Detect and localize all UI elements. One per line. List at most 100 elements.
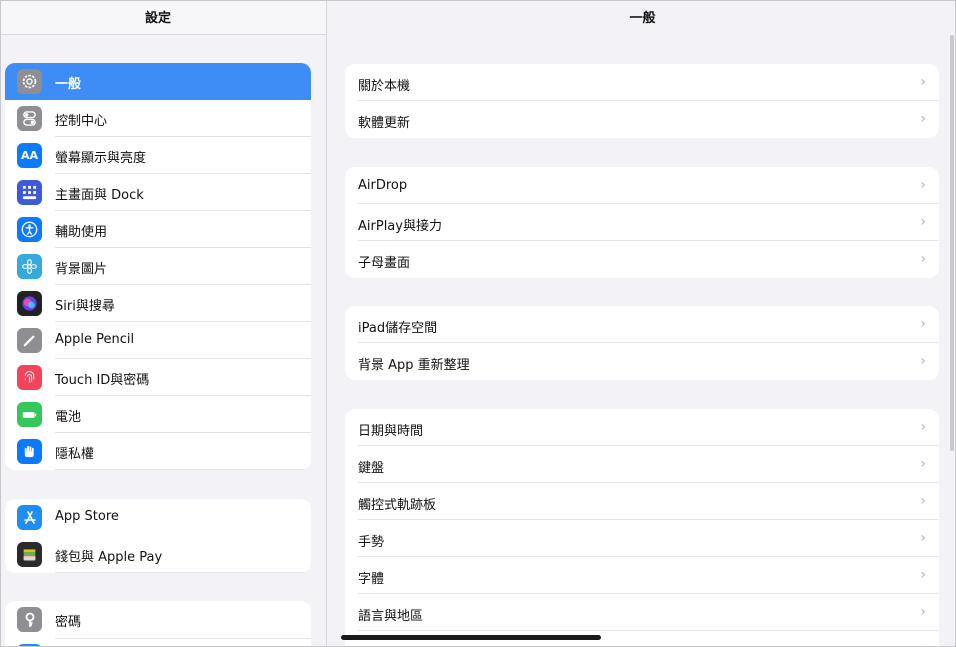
sidebar-item-label: 螢幕顯示與亮度 — [55, 151, 147, 166]
divider — [55, 469, 311, 470]
chevron-right-icon: › — [920, 641, 926, 646]
sidebar-item-label: 背景圖片 — [55, 262, 108, 277]
row-label: 手勢 — [358, 535, 385, 550]
settings-row-date-time[interactable]: 日期與時間 › — [345, 409, 939, 446]
settings-row-fonts[interactable]: 字體 › — [345, 557, 939, 594]
chevron-right-icon: › — [920, 493, 926, 509]
settings-window: 設定 一般 控制中心 AA 螢幕顯示與亮度 主畫面與 Dock 輔助使用 背景圖… — [0, 0, 956, 647]
row-label: 關於本機 — [358, 79, 411, 94]
chevron-right-icon: › — [920, 251, 926, 267]
settings-row-airdrop[interactable]: AirDrop › — [345, 167, 939, 204]
settings-row-airplay-handoff[interactable]: AirPlay與接力 › — [345, 204, 939, 241]
settings-row-trackpad[interactable]: 觸控式軌跡板 › — [345, 483, 939, 520]
chevron-right-icon: › — [920, 419, 926, 435]
row-label: 背景 App 重新整理 — [358, 358, 470, 373]
settings-row-language-region[interactable]: 語言與地區 › — [345, 594, 939, 631]
sidebar-item-accessibility[interactable]: 輔助使用 — [5, 211, 311, 248]
chevron-right-icon: › — [920, 353, 926, 369]
sidebar-item-label: 密碼 — [55, 615, 82, 630]
row-label: 日期與時間 — [358, 424, 424, 439]
settings-row-about[interactable]: 關於本機 › — [345, 64, 939, 101]
sidebar-item-label: 電池 — [55, 410, 82, 425]
row-label: 鍵盤 — [358, 461, 385, 476]
settings-group-datetime: 日期與時間 › 鍵盤 › 觸控式軌跡板 › 手勢 › 字體 › 語言與地區 › — [345, 409, 939, 646]
row-label: 觸控式軌跡板 — [358, 498, 437, 513]
sidebar-item-wallet-apple-pay[interactable]: 錢包與 Apple Pay — [5, 536, 311, 573]
chevron-right-icon: › — [920, 177, 926, 193]
divider — [55, 572, 311, 573]
sidebar-item-control-center[interactable]: 控制中心 — [5, 100, 311, 137]
sidebar-item-label: Siri與搜尋 — [55, 299, 115, 314]
sidebar-item-battery[interactable]: 電池 — [5, 396, 311, 433]
chevron-right-icon: › — [920, 214, 926, 230]
sidebar-item-wallpaper[interactable]: 背景圖片 — [5, 248, 311, 285]
flower-icon — [17, 254, 42, 279]
detail-pane: 一般 關於本機 › 軟體更新 › AirDrop › AirPlay與接力 › … — [328, 1, 955, 646]
row-label: 軟體更新 — [358, 116, 411, 131]
home-indicator — [341, 635, 601, 640]
chevron-right-icon: › — [920, 111, 926, 127]
settings-row-background-app-refresh[interactable]: 背景 App 重新整理 › — [345, 343, 939, 380]
gear-icon — [17, 69, 42, 94]
settings-row-keyboard[interactable]: 鍵盤 › — [345, 446, 939, 483]
grid-icon — [17, 180, 42, 205]
chevron-right-icon: › — [920, 316, 926, 332]
sidebar-item-home-screen-dock[interactable]: 主畫面與 Dock — [5, 174, 311, 211]
sidebar-item-display-brightness[interactable]: AA 螢幕顯示與亮度 — [5, 137, 311, 174]
settings-row-gestures[interactable]: 手勢 › — [345, 520, 939, 557]
row-label: 字體 — [358, 572, 385, 587]
sidebar-item-app-store[interactable]: App Store — [5, 499, 311, 536]
settings-group-airdrop: AirDrop › AirPlay與接力 › 子母畫面 › — [345, 167, 939, 278]
wallet-icon — [17, 542, 42, 567]
sidebar: 設定 一般 控制中心 AA 螢幕顯示與亮度 主畫面與 Dock 輔助使用 背景圖… — [1, 1, 327, 646]
row-label: 子母畫面 — [358, 256, 411, 271]
sidebar-item-label: Apple Pencil — [55, 332, 135, 347]
hand-icon — [17, 439, 42, 464]
chevron-right-icon: › — [920, 604, 926, 620]
sidebar-item-passwords[interactable]: 密碼 — [5, 601, 311, 638]
sidebar-item-label: 主畫面與 Dock — [55, 188, 144, 203]
chevron-right-icon: › — [920, 567, 926, 583]
sidebar-item-siri-search[interactable]: Siri與搜尋 — [5, 285, 311, 322]
battery-icon — [17, 402, 42, 427]
divider — [55, 638, 311, 639]
sidebar-item-general[interactable]: 一般 — [5, 63, 311, 100]
settings-row-software-update[interactable]: 軟體更新 › — [345, 101, 939, 138]
sidebar-item-label: 隱私權 — [55, 447, 95, 462]
row-label: AirDrop — [358, 178, 408, 193]
sidebar-header: 設定 — [1, 1, 326, 35]
accessibility-icon — [17, 217, 42, 242]
row-label: iPad儲存空間 — [358, 321, 438, 336]
settings-row-picture-in-picture[interactable]: 子母畫面 › — [345, 241, 939, 278]
sidebar-group-passwords: 密碼 — [5, 601, 311, 646]
sidebar-item-label: 錢包與 Apple Pay — [55, 550, 163, 565]
sidebar-title: 設定 — [144, 11, 171, 26]
sidebar-item-label: 一般 — [55, 77, 82, 92]
settings-group-storage: iPad儲存空間 › 背景 App 重新整理 › — [345, 306, 939, 380]
siri-icon — [17, 291, 42, 316]
row-label: 辭典 — [358, 642, 384, 646]
sidebar-item-label: App Store — [55, 509, 119, 524]
sidebar-item-next[interactable] — [5, 638, 311, 646]
sidebar-item-label: 控制中心 — [55, 114, 108, 129]
page-title: 一般 — [629, 11, 656, 26]
sidebar-item-label: 輔助使用 — [55, 225, 108, 240]
row-label: AirPlay與接力 — [358, 219, 442, 234]
app-store-icon — [17, 505, 42, 530]
row-label: 語言與地區 — [358, 609, 424, 624]
chevron-right-icon: › — [920, 74, 926, 90]
fingerprint-icon — [17, 365, 42, 390]
text-size-icon: AA — [17, 143, 42, 168]
sidebar-group-main: 一般 控制中心 AA 螢幕顯示與亮度 主畫面與 Dock 輔助使用 背景圖片 S… — [5, 63, 311, 470]
sidebar-item-label: Touch ID與密碼 — [55, 373, 150, 388]
sidebar-item-apple-pencil[interactable]: Apple Pencil — [5, 322, 311, 359]
key-icon — [17, 607, 42, 632]
settings-row-ipad-storage[interactable]: iPad儲存空間 › — [345, 306, 939, 343]
pencil-icon — [17, 328, 42, 353]
chevron-right-icon: › — [920, 456, 926, 472]
switches-icon — [17, 106, 42, 131]
scrollbar[interactable] — [950, 35, 954, 451]
sidebar-item-privacy[interactable]: 隱私權 — [5, 433, 311, 470]
sidebar-item-touch-id-passcode[interactable]: Touch ID與密碼 — [5, 359, 311, 396]
chevron-right-icon: › — [920, 530, 926, 546]
